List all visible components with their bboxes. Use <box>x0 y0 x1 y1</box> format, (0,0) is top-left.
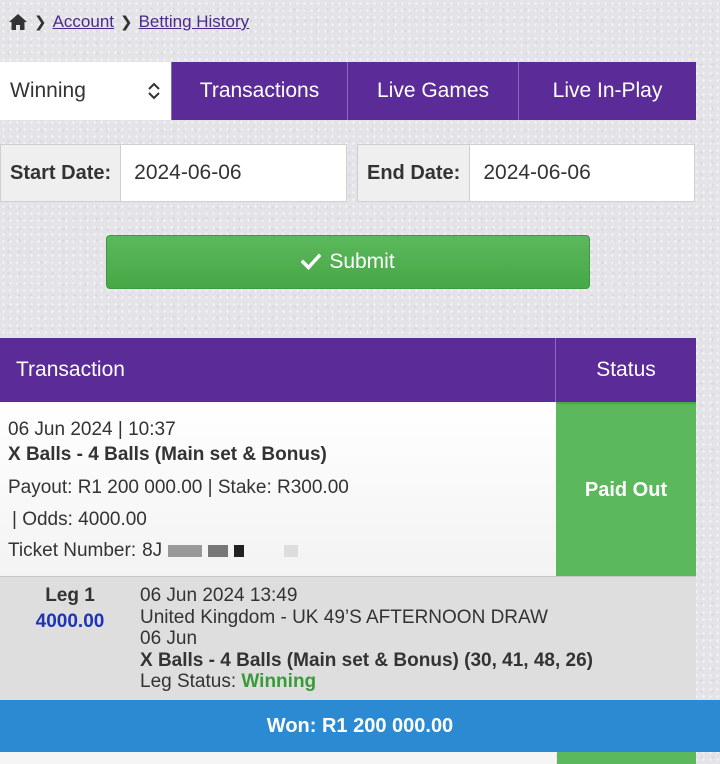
leg-status-label: Leg Status: <box>140 671 237 692</box>
breadcrumb-betting-history-link[interactable]: Betting History <box>139 12 250 32</box>
tab-label: Live In-Play <box>552 79 663 102</box>
home-icon[interactable] <box>8 13 28 31</box>
ticket-redaction <box>208 545 229 557</box>
breadcrumb: ❯ Account ❯ Betting History <box>8 10 249 34</box>
column-header-transaction: Transaction <box>0 338 556 402</box>
submit-label: Submit <box>329 250 395 273</box>
leg-selection: X Balls - 4 Balls (Main set & Bonus) (30… <box>140 649 593 671</box>
leg-status-line: Leg Status: Winning <box>140 671 696 693</box>
table-header: Transaction Status <box>0 338 696 402</box>
submit-button[interactable]: Submit <box>106 235 590 289</box>
chevron-right-icon: ❯ <box>120 14 133 31</box>
leg-details: 06 Jun 2024 13:49 United Kingdom - UK 49… <box>140 577 696 700</box>
ticket-redaction <box>168 545 203 557</box>
up-down-chevron-icon <box>148 82 160 100</box>
leg-event: United Kingdom - UK 49’S AFTERNOON DRAW <box>140 606 548 628</box>
transaction-datetime: 06 Jun 2024 | 10:37 <box>8 419 176 440</box>
check-icon <box>301 253 322 271</box>
start-date-group: Start Date: <box>0 144 347 202</box>
filter-row: Winning Transactions Live Games Live In-… <box>0 62 696 120</box>
start-date-input[interactable] <box>121 145 342 201</box>
next-row-transaction-cell <box>0 752 556 764</box>
transaction-odds: | Odds: 4000.00 <box>12 509 147 530</box>
transactions-table: Transaction Status 06 Jun 2024 | 10:37 X… <box>0 338 696 700</box>
next-row-status-cell <box>557 752 696 764</box>
won-total-bar: Won: R1 200 000.00 <box>0 700 720 752</box>
start-date-label: Start Date: <box>1 145 122 201</box>
column-header-status: Status <box>596 358 656 381</box>
leg-event-date: 06 Jun <box>140 628 198 649</box>
ticket-number-label: Ticket Number: <box>8 540 137 561</box>
ticket-number-line: Ticket Number: 8J <box>8 532 548 570</box>
transaction-game: X Balls - 4 Balls (Main set & Bonus) <box>8 444 327 465</box>
leg-datetime: 06 Jun 2024 13:49 <box>140 585 298 606</box>
transaction-cell: 06 Jun 2024 | 10:37 X Balls - 4 Balls (M… <box>0 402 556 576</box>
chevron-right-icon: ❯ <box>34 14 47 31</box>
bet-status-select[interactable]: Winning <box>0 62 171 120</box>
leg-status-value: Winning <box>241 671 317 692</box>
leg-label: Leg 1 <box>45 585 95 606</box>
tab-live-games[interactable]: Live Games <box>347 62 518 120</box>
end-date-label: End Date: <box>358 145 471 201</box>
breadcrumb-account-link[interactable]: Account <box>53 12 114 32</box>
table-row[interactable]: 06 Jun 2024 | 10:37 X Balls - 4 Balls (M… <box>0 402 696 576</box>
transaction-payout-stake: Payout: R1 200 000.00 | Stake: R300.00 <box>8 477 349 498</box>
tab-transactions[interactable]: Transactions <box>171 62 347 120</box>
leg-summary: Leg 1 4000.00 <box>0 577 140 700</box>
ticket-redaction <box>234 545 245 557</box>
ticket-redaction <box>284 545 299 557</box>
tab-label: Transactions <box>199 79 320 102</box>
leg-row: Leg 1 4000.00 06 Jun 2024 13:49 United K… <box>0 576 696 700</box>
leg-odds: 4000.00 <box>35 611 105 632</box>
end-date-group: End Date: <box>357 144 695 202</box>
end-date-input[interactable] <box>470 145 691 201</box>
bet-status-select-value: Winning <box>10 79 86 102</box>
status-badge: Paid Out <box>556 402 696 576</box>
tab-live-in-play[interactable]: Live In-Play <box>518 62 696 120</box>
tab-label: Live Games <box>376 79 490 102</box>
ticket-number-visible: 8J <box>142 540 163 561</box>
